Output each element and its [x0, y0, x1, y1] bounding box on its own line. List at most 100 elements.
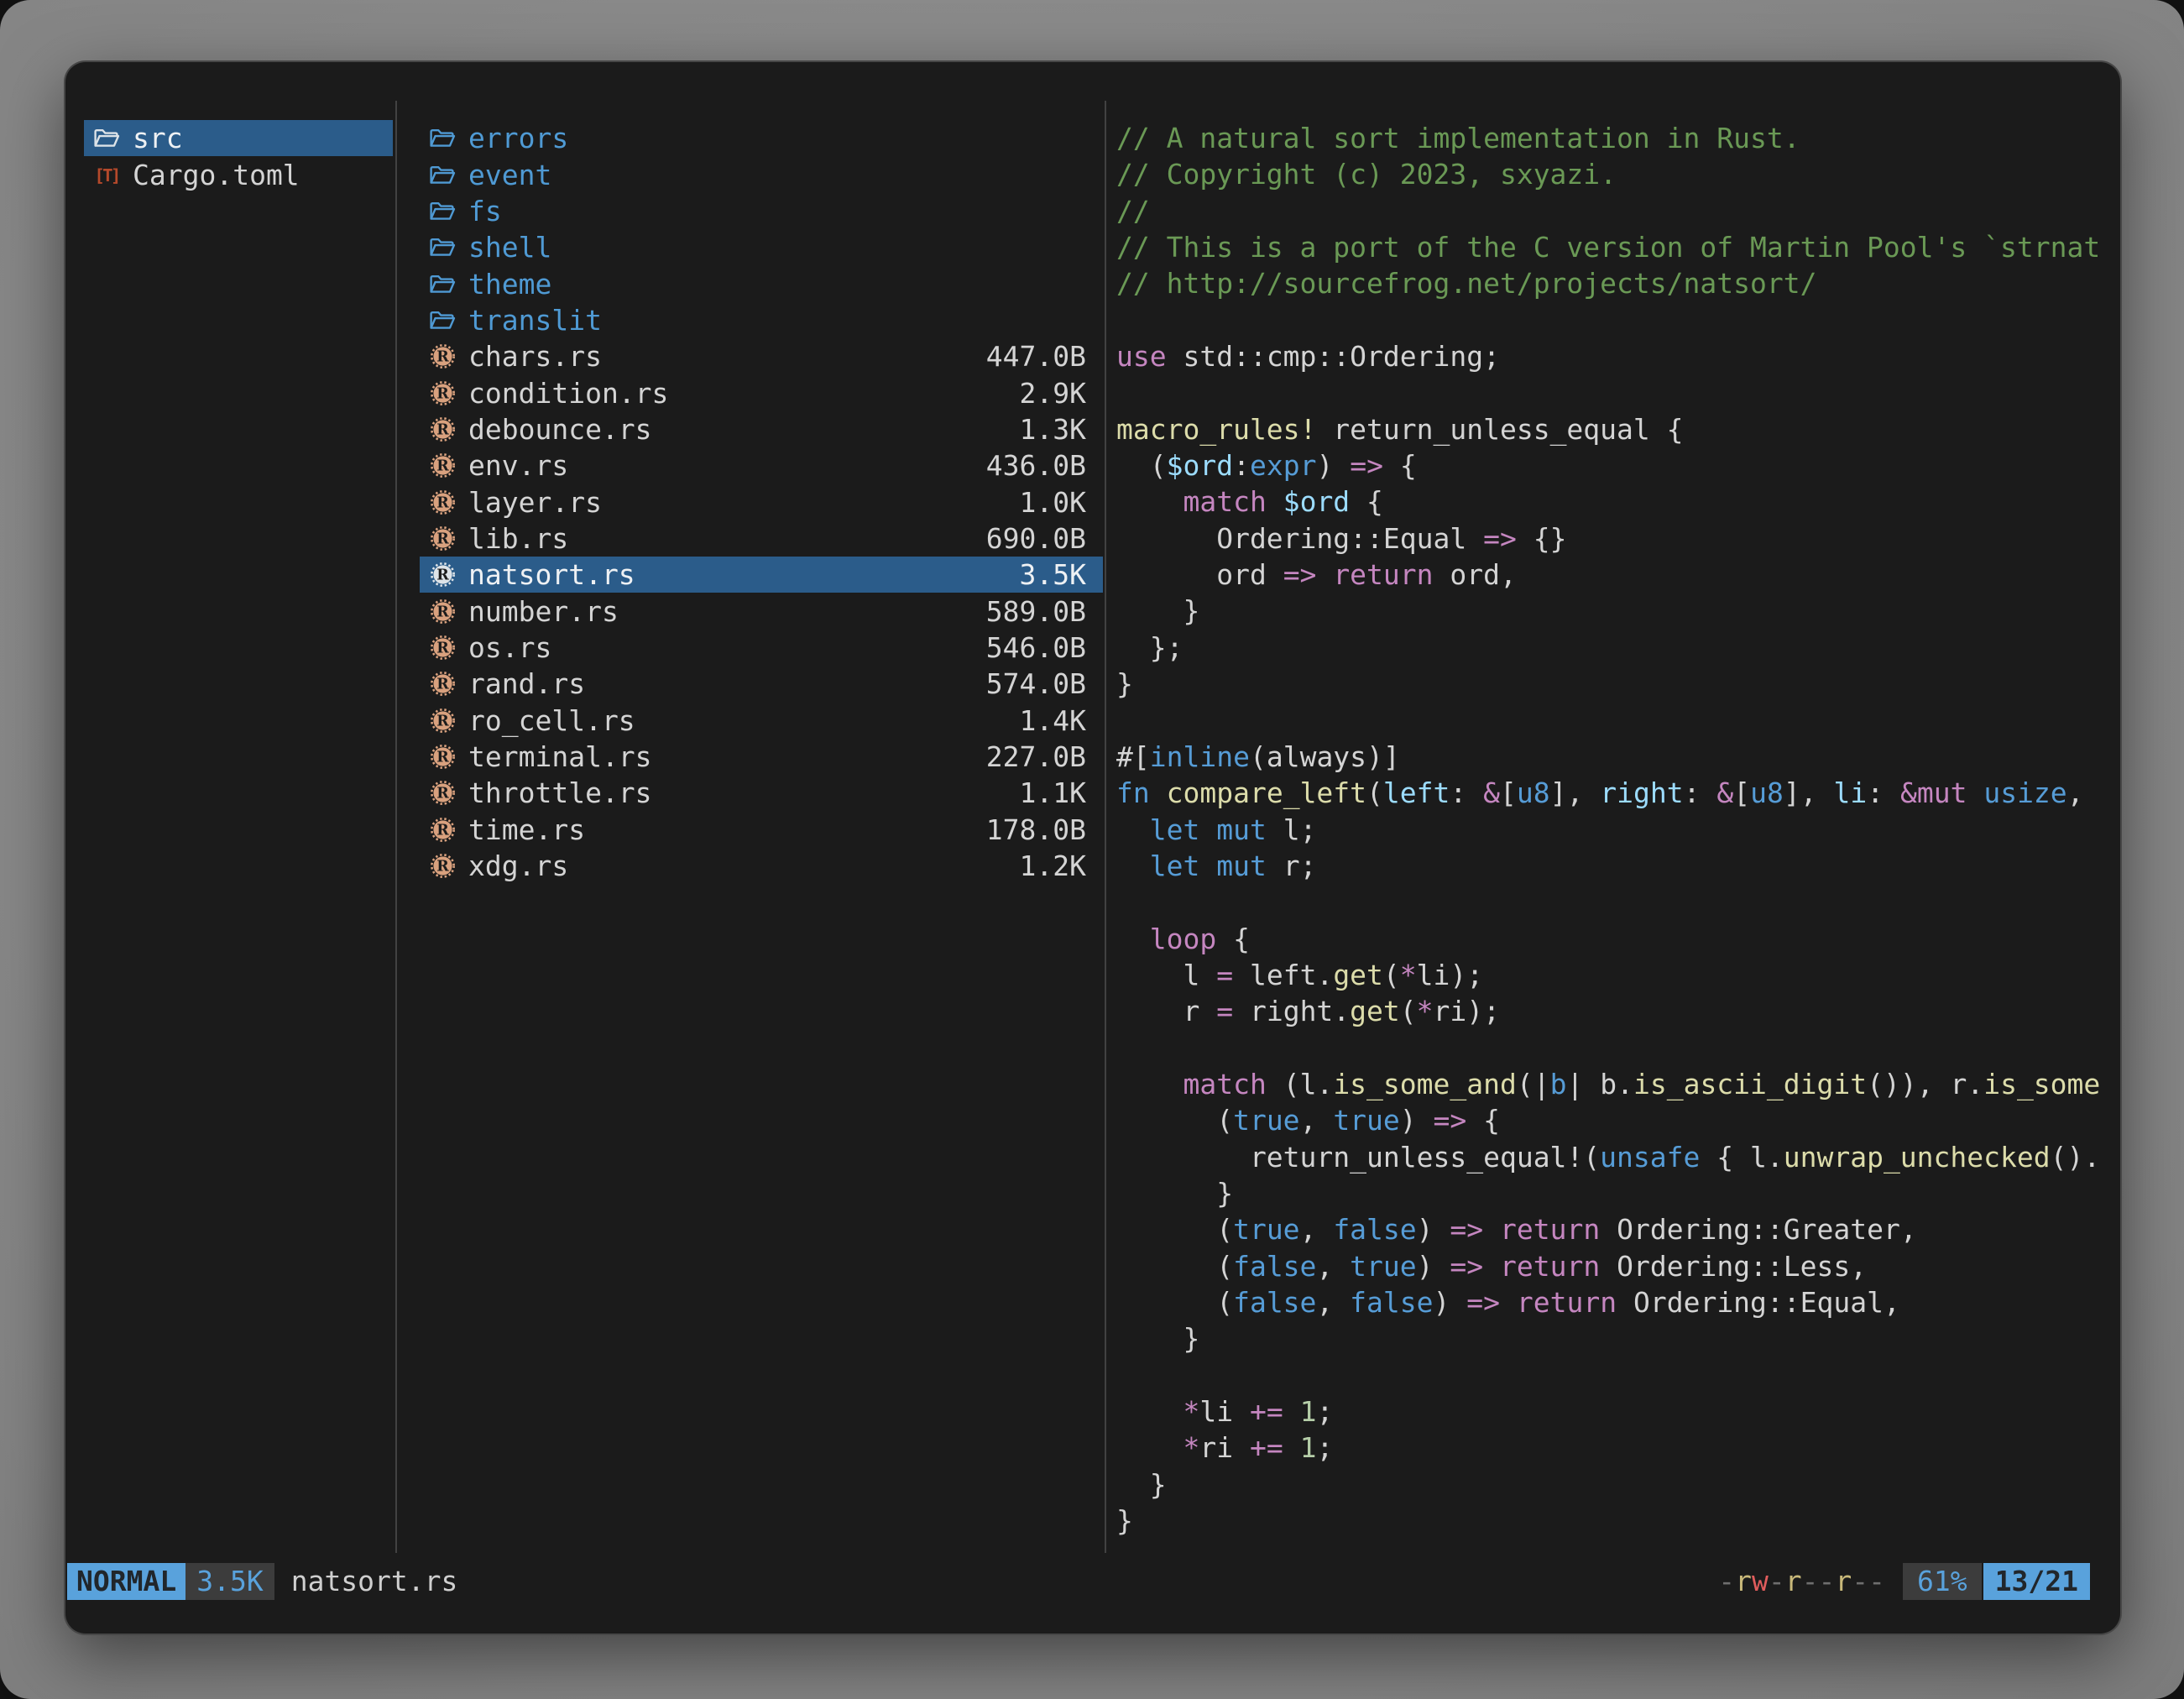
mode-badge: NORMAL — [67, 1563, 185, 1600]
code-line — [1116, 302, 2119, 338]
parent-pane: src [T] Cargo.toml — [84, 120, 393, 193]
code-line: match $ord { — [1116, 484, 2119, 520]
file-size: 690.0B — [986, 522, 1086, 555]
file-size: 546.0B — [986, 631, 1086, 664]
file-size: 1.1K — [1020, 776, 1086, 809]
svg-text:R: R — [436, 713, 449, 729]
code-line: // A natural sort implementation in Rust… — [1116, 120, 2119, 156]
rust-icon: R — [426, 341, 458, 373]
code-line: // — [1116, 193, 2119, 229]
status-spacer — [457, 1563, 1718, 1600]
file-row[interactable]: R lib.rs 690.0B — [420, 520, 1103, 557]
file-row[interactable]: src — [84, 120, 393, 156]
svg-text:R: R — [436, 531, 449, 547]
file-name: theme — [468, 268, 1073, 301]
file-row[interactable]: event — [420, 156, 1103, 192]
svg-text:R: R — [436, 749, 449, 766]
file-row[interactable]: R time.rs 178.0B — [420, 812, 1103, 848]
desktop: src [T] Cargo.toml errors event fs shell… — [0, 0, 2184, 1699]
file-size-chip: 3.5K — [185, 1563, 274, 1600]
file-row[interactable]: R natsort.rs 3.5K — [420, 557, 1103, 593]
file-size: 589.0B — [986, 595, 1086, 628]
file-row[interactable]: R debounce.rs 1.3K — [420, 411, 1103, 447]
file-size: 1.4K — [1020, 704, 1086, 737]
pane-divider — [395, 101, 397, 1553]
code-line: }; — [1116, 630, 2119, 666]
rust-icon: R — [426, 813, 458, 845]
code-line: macro_rules! return_unless_equal { — [1116, 411, 2119, 447]
rust-icon: R — [426, 486, 458, 518]
file-name: natsort.rs — [468, 558, 1006, 591]
file-row[interactable]: R xdg.rs 1.2K — [420, 848, 1103, 884]
file-name: throttle.rs — [468, 776, 1006, 809]
code-line — [1116, 884, 2119, 920]
code-line: fn compare_left(left: &[u8], right: &[u8… — [1116, 775, 2119, 811]
svg-text:R: R — [436, 421, 449, 438]
file-row[interactable]: R number.rs 589.0B — [420, 593, 1103, 629]
file-row[interactable]: [T] Cargo.toml — [84, 156, 393, 192]
file-name: lib.rs — [468, 522, 973, 555]
pane-divider — [1105, 101, 1106, 1553]
file-name: errors — [468, 122, 1073, 154]
file-size: 574.0B — [986, 667, 1086, 700]
svg-text:R: R — [436, 567, 449, 584]
preview-pane: // A natural sort implementation in Rust… — [1116, 120, 2119, 1549]
code-line: (true, true) => { — [1116, 1102, 2119, 1138]
yazi-file-manager-window: src [T] Cargo.toml errors event fs shell… — [65, 62, 2120, 1634]
file-name: layer.rs — [468, 486, 1006, 519]
code-line: } — [1116, 593, 2119, 629]
file-name: Cargo.toml — [133, 159, 369, 191]
code-line: // http://sourcefrog.net/projects/natsor… — [1116, 265, 2119, 301]
file-row[interactable]: R layer.rs 1.0K — [420, 484, 1103, 520]
file-name: chars.rs — [468, 340, 973, 373]
file-row[interactable]: R rand.rs 574.0B — [420, 666, 1103, 702]
code-line: r = right.get(*ri); — [1116, 993, 2119, 1029]
file-row[interactable]: shell — [420, 229, 1103, 265]
folder-open-icon — [426, 159, 458, 191]
rust-icon: R — [426, 668, 458, 700]
file-row[interactable]: R throttle.rs 1.1K — [420, 775, 1103, 811]
folder-open-icon — [91, 123, 123, 154]
file-row[interactable]: errors — [420, 120, 1103, 156]
file-name: env.rs — [468, 449, 973, 482]
code-line — [1116, 374, 2119, 410]
code-line — [1116, 1357, 2119, 1393]
file-size: 1.0K — [1020, 486, 1086, 519]
code-line: (false, false) => return Ordering::Equal… — [1116, 1284, 2119, 1320]
rust-icon: R — [426, 850, 458, 882]
file-row[interactable]: translit — [420, 302, 1103, 338]
file-name: time.rs — [468, 813, 973, 846]
file-size: 178.0B — [986, 813, 1086, 846]
file-size: 227.0B — [986, 740, 1086, 773]
file-row[interactable]: fs — [420, 193, 1103, 229]
code-line: // This is a port of the C version of Ma… — [1116, 229, 2119, 265]
code-line: } — [1116, 666, 2119, 702]
code-line: loop { — [1116, 921, 2119, 957]
code-line — [1116, 1030, 2119, 1066]
file-name: fs — [468, 195, 1073, 227]
svg-text:R: R — [436, 822, 449, 839]
file-row[interactable]: R ro_cell.rs 1.4K — [420, 703, 1103, 739]
file-row[interactable]: R env.rs 436.0B — [420, 447, 1103, 484]
code-line: } — [1116, 1503, 2119, 1539]
file-row[interactable]: R condition.rs 2.9K — [420, 374, 1103, 410]
file-row[interactable]: R os.rs 546.0B — [420, 630, 1103, 666]
file-name: src — [133, 122, 369, 154]
status-filename: natsort.rs — [291, 1563, 458, 1600]
code-line: l = left.get(*li); — [1116, 957, 2119, 993]
rust-icon: R — [426, 777, 458, 809]
file-row[interactable]: R terminal.rs 227.0B — [420, 739, 1103, 775]
code-line: } — [1116, 1466, 2119, 1503]
rust-icon: R — [426, 595, 458, 627]
svg-text:R: R — [436, 640, 449, 656]
code-line: match (l.is_some_and(|b| b.is_ascii_digi… — [1116, 1066, 2119, 1102]
cursor-position: 13/21 — [1983, 1563, 2090, 1600]
folder-open-icon — [426, 123, 458, 154]
file-row[interactable]: R chars.rs 447.0B — [420, 338, 1103, 374]
file-row[interactable]: theme — [420, 265, 1103, 301]
file-size: 436.0B — [986, 449, 1086, 482]
file-name: debounce.rs — [468, 413, 1006, 446]
rust-icon: R — [426, 741, 458, 773]
folder-open-icon — [426, 195, 458, 227]
svg-text:R: R — [436, 494, 449, 511]
